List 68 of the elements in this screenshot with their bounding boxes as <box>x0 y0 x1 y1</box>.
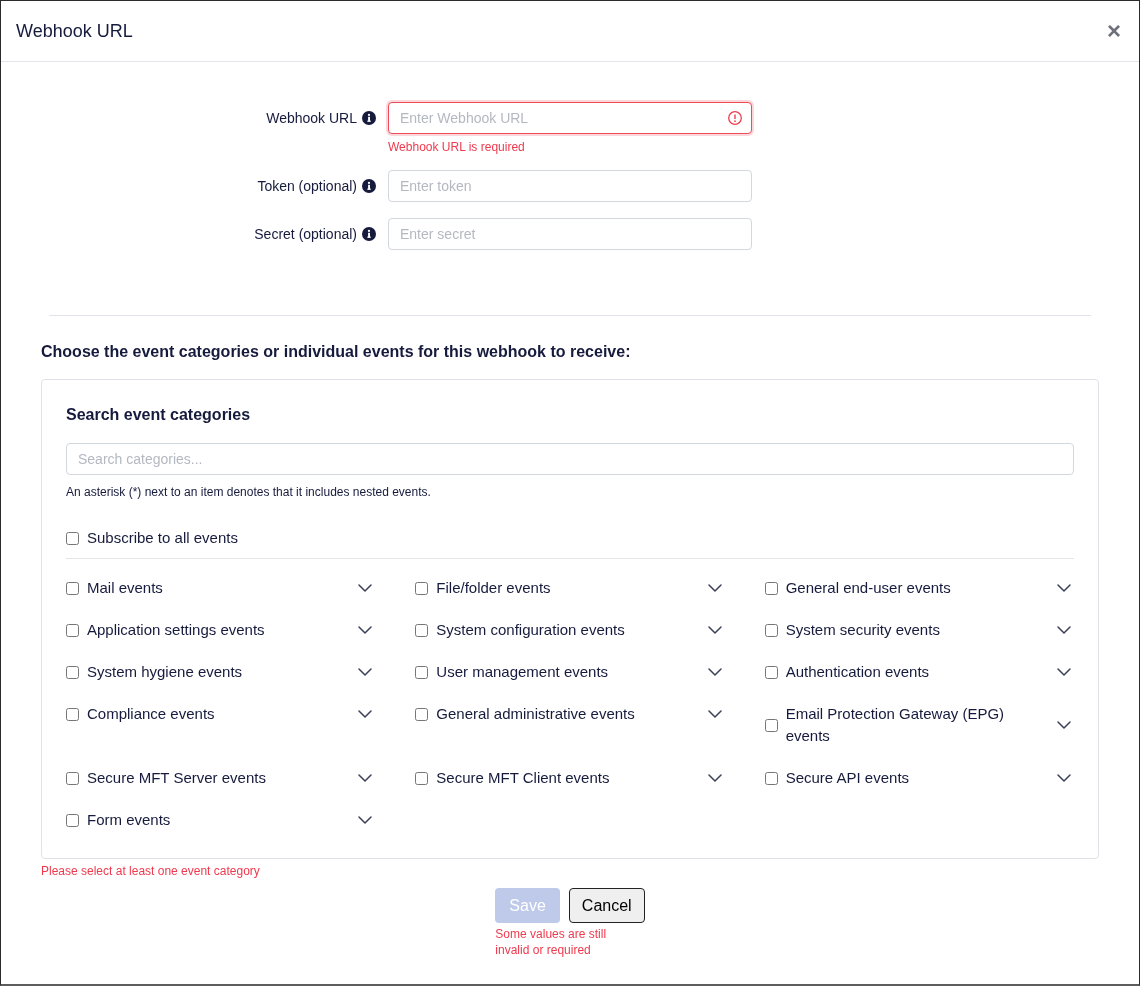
chevron-icon[interactable] <box>358 668 373 676</box>
search-title: Search event categories <box>66 405 252 425</box>
chevron-icon[interactable] <box>707 710 722 718</box>
chevron-icon[interactable] <box>1057 584 1071 592</box>
checkbox-label: Subscribe to all events <box>87 528 238 548</box>
checkbox-label: Mail events <box>87 578 163 598</box>
chevron-icon[interactable] <box>1057 668 1071 676</box>
checkbox[interactable] <box>764 718 778 732</box>
chevron-icon[interactable] <box>707 668 722 676</box>
checkbox-label: Secure MFT Server events <box>87 768 266 788</box>
checkbox-label: System security events <box>785 620 940 640</box>
chevron-icon[interactable] <box>707 626 722 634</box>
hint-text: An asterisk (*) next to an item denotes that it includes nested events. <box>66 484 432 500</box>
chevron-icon[interactable] <box>358 584 373 592</box>
checkbox[interactable] <box>66 771 79 785</box>
checkbox[interactable] <box>415 665 429 679</box>
chevron-icon[interactable] <box>1057 774 1071 782</box>
input-field[interactable]: Enter Webhook URL <box>388 102 752 134</box>
close-button[interactable]: × <box>1105 19 1123 43</box>
chevron-icon[interactable] <box>1057 721 1071 729</box>
checkbox[interactable] <box>764 665 778 679</box>
checkbox-label: Compliance events <box>87 704 215 724</box>
error-message: Webhook URL is required <box>388 140 525 154</box>
section-heading: Choose the event categories or individual events for this webhook to receive: <box>41 342 632 362</box>
checkbox-label: User management events <box>436 662 609 682</box>
checkbox[interactable] <box>66 531 79 545</box>
chevron-icon[interactable] <box>358 774 373 782</box>
chevron-icon[interactable] <box>707 584 722 592</box>
checkbox[interactable] <box>66 813 79 827</box>
checkbox[interactable] <box>764 771 778 785</box>
checkbox-label: General administrative events <box>436 704 635 724</box>
field-label: Secret (optional) <box>254 226 357 242</box>
checkbox-label: Email Protection Gateway (EPG) events <box>785 704 1006 746</box>
checkbox-label: System configuration events <box>436 620 625 640</box>
search-field[interactable]: Search categories... <box>66 443 1074 475</box>
error-message: Some values are still invalid or required <box>495 926 608 958</box>
checkbox[interactable] <box>66 581 79 595</box>
chevron-icon[interactable] <box>358 626 373 634</box>
chevron-icon[interactable] <box>358 710 373 718</box>
field-label: Webhook URL <box>266 110 357 126</box>
checkbox[interactable] <box>415 707 429 721</box>
checkbox[interactable] <box>764 581 778 595</box>
checkbox-label: Secure MFT Client events <box>436 768 610 788</box>
info-icon <box>362 179 376 193</box>
checkbox[interactable] <box>66 707 79 721</box>
checkbox[interactable] <box>415 771 429 785</box>
checkbox-label: File/folder events <box>436 578 551 598</box>
dialog-title: Webhook URL <box>16 20 133 42</box>
error-message: Please select at least one event category <box>41 863 261 879</box>
chevron-icon[interactable] <box>707 774 722 782</box>
checkbox[interactable] <box>764 623 778 637</box>
checkbox[interactable] <box>415 581 429 595</box>
info-icon <box>362 227 376 241</box>
error-icon <box>728 111 742 125</box>
checkbox-label: Authentication events <box>785 662 930 682</box>
checkbox[interactable] <box>66 623 79 637</box>
checkbox-label: General end-user events <box>785 578 951 598</box>
checkbox-label: System hygiene events <box>87 662 243 682</box>
chevron-icon[interactable] <box>1057 626 1071 634</box>
info-icon <box>362 111 376 125</box>
checkbox[interactable] <box>66 665 79 679</box>
checkbox-label: Form events <box>87 810 171 830</box>
checkbox-label: Secure API events <box>785 768 910 788</box>
checkbox[interactable] <box>415 623 429 637</box>
cancel-button[interactable]: Cancel <box>568 888 645 923</box>
field-label: Token (optional) <box>257 178 357 194</box>
chevron-icon[interactable] <box>358 816 373 824</box>
checkbox-label: Application settings events <box>87 620 265 640</box>
